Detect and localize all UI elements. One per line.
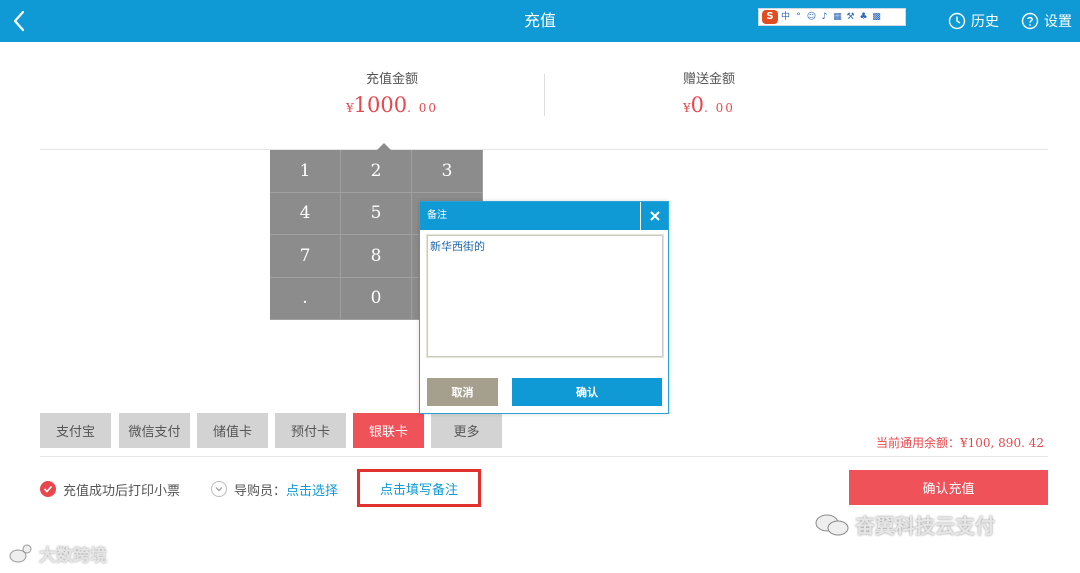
- skin-icon[interactable]: ♣: [858, 11, 869, 23]
- history-label: 历史: [971, 14, 999, 30]
- remark-dialog: 备注 新华西街的 取消 确认: [419, 201, 669, 414]
- recharge-amount-value: ¥1000. 00: [292, 93, 492, 117]
- dialog-header: 备注: [420, 202, 668, 230]
- settings-label: 设置: [1044, 14, 1072, 30]
- key-8[interactable]: 8: [341, 235, 412, 278]
- key-5[interactable]: 5: [341, 192, 412, 235]
- recharge-amount-label: 充值金额: [365, 72, 418, 87]
- watermark-left: 大数跨境: [8, 541, 107, 566]
- weibo-logo-icon: [9, 544, 32, 562]
- keyboard-icon[interactable]: ▦: [832, 11, 843, 23]
- watermark-right: 奋翼科技云支付: [814, 510, 995, 539]
- key-1[interactable]: 1: [270, 150, 341, 193]
- wechat-logo-icon: [815, 514, 849, 535]
- page-title: 充值: [523, 11, 556, 30]
- menu-grid-icon[interactable]: ▩: [871, 11, 882, 23]
- punctuation-icon[interactable]: °: [793, 11, 804, 23]
- gift-amount-block: 赠送金额 ¥0. 00: [609, 68, 809, 117]
- recharge-integer: 1000: [353, 93, 408, 117]
- dialog-close-button[interactable]: [640, 202, 668, 230]
- sogou-logo-icon: S: [762, 10, 778, 24]
- chevron-left-icon: [13, 10, 25, 32]
- gift-decimal: . 00: [704, 101, 735, 115]
- key-7[interactable]: 7: [270, 235, 341, 278]
- top-bar: 充值 S 中 ° ☺ ♪ ▦ ⚒ ♣ ▩ 历史 设置: [0, 0, 1080, 42]
- history-button[interactable]: 历史: [948, 11, 999, 31]
- guide-select-link[interactable]: 点击选择: [286, 480, 338, 499]
- pay-alipay-button[interactable]: 支付宝: [40, 413, 111, 448]
- pay-prepaid-card-button[interactable]: 预付卡: [275, 413, 346, 448]
- watermark-left-text: 大数跨境: [39, 546, 107, 566]
- recharge-decimal: . 00: [407, 101, 438, 115]
- balance-text: 当前通用余额：¥100, 890. 42: [876, 436, 1044, 450]
- remark-link[interactable]: 点击填写备注: [357, 469, 481, 507]
- divider-bottom: [40, 456, 1048, 457]
- guide-selector[interactable]: 导购员： 点击选择: [211, 479, 338, 499]
- ime-mode-label[interactable]: 中: [780, 11, 791, 23]
- amount-divider: [544, 74, 545, 116]
- pay-wechat-button[interactable]: 微信支付: [119, 413, 190, 448]
- microphone-icon[interactable]: ♪: [819, 11, 830, 23]
- chevron-down-icon[interactable]: [211, 481, 227, 497]
- gift-amount-value: ¥0. 00: [609, 93, 809, 117]
- emoji-icon[interactable]: ☺: [806, 11, 817, 23]
- checked-icon[interactable]: [40, 481, 56, 497]
- recharge-amount-block: 充值金额 ¥1000. 00: [292, 68, 492, 117]
- print-receipt-option[interactable]: 充值成功后打印小票: [40, 479, 180, 499]
- recharge-currency: ¥: [346, 101, 354, 115]
- print-receipt-label: 充值成功后打印小票: [63, 483, 181, 499]
- key-dot[interactable]: .: [270, 277, 341, 320]
- divider-top: [40, 149, 1048, 150]
- pay-stored-card-button[interactable]: 储值卡: [197, 413, 268, 448]
- clock-icon: [948, 12, 966, 30]
- toolbox-icon[interactable]: ⚒: [845, 11, 856, 23]
- watermark-right-text: 奋翼科技云支付: [855, 514, 995, 538]
- settings-button[interactable]: 设置: [1021, 11, 1072, 31]
- key-2[interactable]: 2: [341, 150, 412, 193]
- dialog-cancel-button[interactable]: 取消: [427, 378, 498, 406]
- help-circle-icon: [1021, 12, 1039, 30]
- key-3[interactable]: 3: [412, 150, 483, 193]
- guide-label: 导购员：: [234, 483, 287, 499]
- confirm-recharge-button[interactable]: 确认充值: [849, 470, 1048, 505]
- dialog-title: 备注: [427, 210, 447, 221]
- back-button[interactable]: [8, 8, 32, 34]
- pay-more-button[interactable]: 更多: [431, 413, 502, 448]
- pay-unionpay-button[interactable]: 银联卡: [353, 413, 424, 448]
- close-icon: [649, 211, 660, 221]
- remark-textarea[interactable]: 新华西街的: [426, 234, 664, 358]
- dialog-confirm-button[interactable]: 确认: [512, 378, 662, 406]
- key-0[interactable]: 0: [341, 277, 412, 320]
- ime-toolbar[interactable]: S 中 ° ☺ ♪ ▦ ⚒ ♣ ▩: [758, 8, 906, 26]
- gift-amount-label: 赠送金额: [682, 72, 735, 87]
- key-4[interactable]: 4: [270, 192, 341, 235]
- gift-currency: ¥: [683, 101, 691, 115]
- gift-integer: 0: [690, 93, 705, 117]
